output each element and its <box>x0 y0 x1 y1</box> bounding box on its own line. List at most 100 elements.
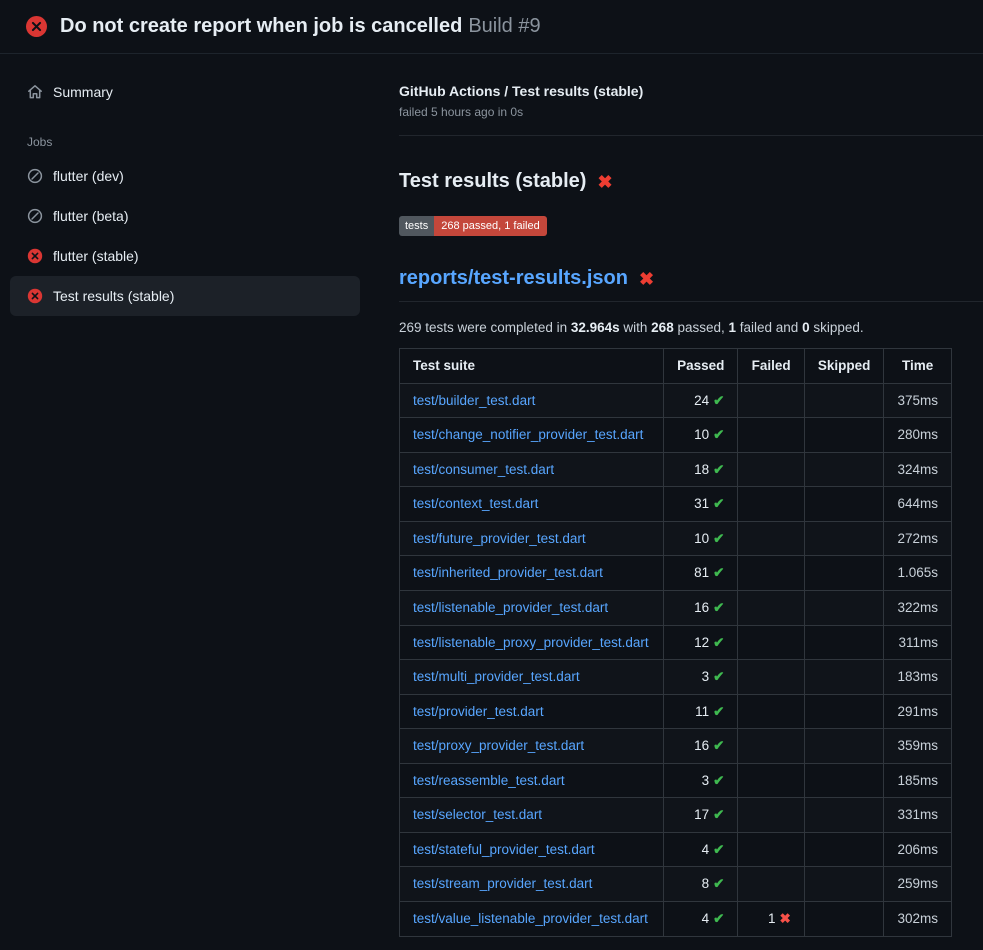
passed-cell: 12✔ <box>664 625 738 660</box>
cross-icon: ✖ <box>780 911 791 926</box>
passed-cell: 3✔ <box>664 763 738 798</box>
circle-slash-icon <box>27 168 43 184</box>
failed-cell: ✖ <box>738 763 804 798</box>
failed-cell: 1✖ <box>738 902 804 937</box>
suite-link[interactable]: test/listenable_proxy_provider_test.dart <box>413 635 649 650</box>
sidebar-item-test-results-stable[interactable]: Test results (stable) <box>10 276 360 316</box>
table-row: test/stateful_provider_test.dart 4✔ ✖ 20… <box>400 832 952 867</box>
skipped-cell <box>804 383 884 418</box>
passed-count: 10 <box>694 531 709 546</box>
report-file-link[interactable]: reports/test-results.json <box>399 267 628 290</box>
suite-cell: test/stream_provider_test.dart <box>400 867 664 902</box>
jobs-heading: Jobs <box>27 135 360 149</box>
skipped-cell <box>804 625 884 660</box>
check-icon: ✔ <box>713 704 724 719</box>
skipped-cell <box>804 694 884 729</box>
suite-link[interactable]: test/value_listenable_provider_test.dart <box>413 911 648 926</box>
skipped-cell <box>804 867 884 902</box>
suite-cell: test/inherited_provider_test.dart <box>400 556 664 591</box>
suite-link[interactable]: test/consumer_test.dart <box>413 462 554 477</box>
table-body: test/builder_test.dart 24✔ ✖ 375ms <box>400 383 952 936</box>
sidebar-item-label: Test results (stable) <box>53 288 174 304</box>
suite-cell: test/builder_test.dart <box>400 383 664 418</box>
suite-link[interactable]: test/inherited_provider_test.dart <box>413 565 603 580</box>
table-row: test/consumer_test.dart 18✔ ✖ 324ms <box>400 452 952 487</box>
check-icon: ✔ <box>713 462 724 477</box>
time-cell: 311ms <box>884 625 952 660</box>
red-cross-icon: ✖ <box>597 173 612 191</box>
suite-link[interactable]: test/provider_test.dart <box>413 704 544 719</box>
suite-link[interactable]: test/change_notifier_provider_test.dart <box>413 427 643 442</box>
check-icon: ✔ <box>713 531 724 546</box>
suite-link[interactable]: test/stateful_provider_test.dart <box>413 842 595 857</box>
suite-cell: test/stateful_provider_test.dart <box>400 832 664 867</box>
summary-passed-count: 268 <box>651 320 674 335</box>
sidebar-item-flutter-beta[interactable]: flutter (beta) <box>10 196 360 236</box>
sidebar-item-flutter-dev[interactable]: flutter (dev) <box>10 156 360 196</box>
table-row: test/context_test.dart 31✔ ✖ 644ms <box>400 487 952 522</box>
table-row: test/stream_provider_test.dart 8✔ ✖ 259m… <box>400 867 952 902</box>
check-icon: ✔ <box>713 876 724 891</box>
failed-cell: ✖ <box>738 556 804 591</box>
x-circle-fill-icon <box>27 288 43 304</box>
suite-cell: test/consumer_test.dart <box>400 452 664 487</box>
passed-cell: 31✔ <box>664 487 738 522</box>
failed-cell: ✖ <box>738 452 804 487</box>
sidebar-item-flutter-stable[interactable]: flutter (stable) <box>10 236 360 276</box>
divider <box>399 135 983 136</box>
check-icon: ✔ <box>713 738 724 753</box>
suite-link[interactable]: test/selector_test.dart <box>413 807 542 822</box>
summary-text: skipped. <box>810 320 864 335</box>
test-results-table: Test suite Passed Failed Skipped Time te… <box>399 348 952 937</box>
suite-link[interactable]: test/context_test.dart <box>413 496 538 511</box>
sidebar-item-label: flutter (dev) <box>53 168 124 184</box>
passed-cell: 11✔ <box>664 694 738 729</box>
table-row: test/listenable_proxy_provider_test.dart… <box>400 625 952 660</box>
summary-text: failed and <box>736 320 802 335</box>
build-header: Do not create report when job is cancell… <box>0 0 983 54</box>
suite-link[interactable]: test/builder_test.dart <box>413 393 535 408</box>
suite-link[interactable]: test/future_provider_test.dart <box>413 531 586 546</box>
x-circle-fill-icon <box>26 16 47 37</box>
passed-count: 8 <box>702 876 710 891</box>
passed-cell: 4✔ <box>664 902 738 937</box>
check-icon: ✔ <box>713 393 724 408</box>
table-header-row: Test suite Passed Failed Skipped Time <box>400 349 952 384</box>
suite-link[interactable]: test/proxy_provider_test.dart <box>413 738 584 753</box>
passed-count: 3 <box>702 773 710 788</box>
failed-cell: ✖ <box>738 487 804 522</box>
skipped-cell <box>804 487 884 522</box>
time-cell: 331ms <box>884 798 952 833</box>
passed-cell: 18✔ <box>664 452 738 487</box>
page-title: Do not create report when job is cancell… <box>60 14 541 38</box>
passed-cell: 3✔ <box>664 660 738 695</box>
table-row: test/value_listenable_provider_test.dart… <box>400 902 952 937</box>
suite-link[interactable]: test/multi_provider_test.dart <box>413 669 580 684</box>
run-meta: failed 5 hours ago in 0s <box>399 105 952 119</box>
check-icon: ✔ <box>713 807 724 822</box>
skipped-cell <box>804 418 884 453</box>
sidebar-item-summary[interactable]: Summary <box>10 72 360 112</box>
passed-count: 81 <box>694 565 709 580</box>
failed-cell: ✖ <box>738 729 804 764</box>
time-cell: 324ms <box>884 452 952 487</box>
failed-cell: ✖ <box>738 867 804 902</box>
skipped-cell <box>804 452 884 487</box>
build-number: Build #9 <box>468 15 540 37</box>
passed-count: 16 <box>694 600 709 615</box>
check-icon: ✔ <box>713 911 724 926</box>
red-cross-icon: ✖ <box>639 270 654 288</box>
check-icon: ✔ <box>713 427 724 442</box>
suite-link[interactable]: test/stream_provider_test.dart <box>413 876 592 891</box>
skipped-cell <box>804 521 884 556</box>
failed-cell: ✖ <box>738 418 804 453</box>
skipped-cell <box>804 902 884 937</box>
table-row: test/provider_test.dart 11✔ ✖ 291ms <box>400 694 952 729</box>
failed-cell: ✖ <box>738 521 804 556</box>
suite-link[interactable]: test/listenable_provider_test.dart <box>413 600 608 615</box>
summary-text: 269 tests were completed in <box>399 320 571 335</box>
badge-label: tests <box>399 216 434 236</box>
time-cell: 291ms <box>884 694 952 729</box>
build-title: Do not create report when job is cancell… <box>60 15 462 37</box>
suite-link[interactable]: test/reassemble_test.dart <box>413 773 565 788</box>
